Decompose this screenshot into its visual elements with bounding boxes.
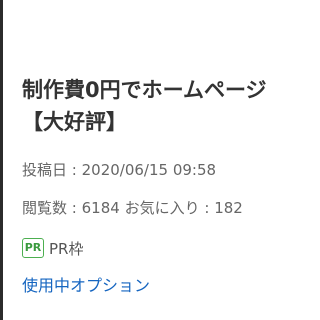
listing-title-line2: 【大好評】 (22, 110, 127, 134)
listing-title: 制作費0円でホームページ 【大好評】 (22, 74, 320, 138)
pr-row: PR PR枠 (22, 236, 83, 260)
views-count: 6184 (81, 199, 120, 217)
posted-date-value: 2020/06/15 09:58 (81, 161, 217, 179)
views-label: 閲覧数 (22, 199, 68, 217)
options-in-use-link[interactable]: 使用中オプション (22, 275, 150, 297)
posted-date-row: 投稿日 : 2020/06/15 09:58 (22, 160, 216, 180)
pr-badge-icon: PR (22, 238, 44, 258)
listing-title-line1: 制作費0円でホームページ (22, 78, 267, 102)
posted-date-separator: : (67, 161, 82, 179)
listing-panel: 制作費0円でホームページ 【大好評】 投稿日 : 2020/06/15 09:5… (0, 0, 320, 320)
favorites-count: 182 (214, 199, 243, 217)
panel-left-border (0, 0, 3, 320)
stats-row: 閲覧数 : 6184 お気に入り : 182 (22, 198, 243, 218)
pr-label: PR枠 (49, 239, 84, 258)
favorites-label: お気に入り (124, 199, 200, 217)
favorites-separator: : (199, 199, 215, 217)
posted-date-label: 投稿日 (22, 161, 68, 179)
views-separator: : (67, 199, 82, 217)
